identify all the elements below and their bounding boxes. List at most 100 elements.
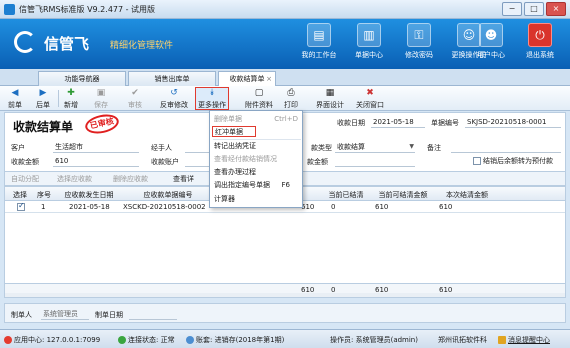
banner-item-label: 我的工作台 xyxy=(301,51,337,59)
maker-label: 制单人 xyxy=(11,311,32,319)
account-set-status: 账套: 进销存(2018年第1期) xyxy=(186,335,284,345)
fund-type-select[interactable]: 收款结算 ▼ xyxy=(335,142,415,153)
banner-user-center-item[interactable]: ☻ 用户中心 xyxy=(466,23,516,60)
audit-icon: ✔ xyxy=(131,88,139,98)
menu-divider xyxy=(213,139,301,140)
attachment-button[interactable]: ▢ 附件资料 xyxy=(245,88,273,110)
printer-icon: ⎙ xyxy=(287,88,295,98)
cell-this-time: 610 xyxy=(439,203,453,211)
handler-field[interactable] xyxy=(185,142,209,153)
check-icon xyxy=(118,336,126,344)
menu-item-red-reverse[interactable]: 红冲单据 xyxy=(212,126,256,137)
col-cleared: 当前已结清 xyxy=(328,191,364,199)
col-date: 应收款发生日期 xyxy=(64,191,114,199)
auto-advance-checkbox[interactable]: 结销后余额转为预付款 xyxy=(473,156,553,166)
chevron-down-icon: ▼ xyxy=(409,143,414,150)
message-center-link[interactable]: 消息提醒中心 xyxy=(498,335,550,345)
prev-doc-button[interactable]: ◀ 前单 xyxy=(8,88,22,110)
plus-icon: ✚ xyxy=(67,88,75,98)
menu-item-shortcut: Ctrl+D xyxy=(274,115,298,123)
maximize-button[interactable]: □ xyxy=(524,2,544,16)
banner-change-password[interactable]: ⚿ 修改密码 xyxy=(394,23,444,60)
layout-icon: ▦ xyxy=(325,88,335,98)
receipt-date-field[interactable]: 2021-05-18 xyxy=(371,117,425,128)
discount-amount-label: 款金额 xyxy=(307,158,328,166)
database-icon xyxy=(186,336,194,344)
minimize-button[interactable]: − xyxy=(502,2,522,16)
banner-exit[interactable]: ⏻ 退出系统 xyxy=(515,23,565,60)
print-button[interactable]: ⎙ 打印 xyxy=(284,88,298,110)
menu-item-delete[interactable]: 删除单据 Ctrl+D xyxy=(210,114,302,125)
brand-slogan: 精细化管理软件 xyxy=(110,41,174,51)
row-select-checkbox[interactable] xyxy=(17,203,27,211)
app-icon xyxy=(4,4,15,15)
auto-allocate-button[interactable]: 自动分配 xyxy=(11,174,39,184)
view-detail-button[interactable]: 查看详 xyxy=(173,174,194,184)
logo-icon xyxy=(14,31,36,53)
new-button[interactable]: ✚ 新增 xyxy=(64,88,78,110)
banner-doc-center[interactable]: ▥ 单据中心 xyxy=(344,23,394,60)
make-date-field xyxy=(129,309,177,320)
checkbox-icon xyxy=(473,157,481,165)
tab-sales-outbound[interactable]: 销售出库单 xyxy=(128,71,216,86)
cell-cleared: 0 xyxy=(331,203,336,211)
close-tab-button[interactable]: ✖ 关闭窗口 xyxy=(356,88,384,110)
banner-my-desk[interactable]: ▤ 我的工作台 xyxy=(294,23,344,60)
banner-item-label: 单据中心 xyxy=(355,51,383,59)
double-chevron-down-icon: ⯯ xyxy=(209,88,215,98)
window-title: 信管飞RMS标准版 V9.2.477 - 试用版 xyxy=(19,5,156,14)
button-label: 打印 xyxy=(284,101,298,109)
banner-item-label: 修改密码 xyxy=(405,51,433,59)
doc-no-field[interactable]: SKJSD-20210518-0001 xyxy=(465,117,561,128)
paperclip-icon: ▢ xyxy=(254,88,264,98)
menu-item-label: 调出指定编号单据 xyxy=(214,181,270,189)
cell-clearable: 610 xyxy=(375,203,389,211)
save-icon: ▣ xyxy=(96,88,106,98)
server-icon xyxy=(4,336,12,344)
operator-status: 操作员: 系统管理员(admin) xyxy=(330,336,418,344)
select-receivable-button[interactable]: 选择应收款 xyxy=(57,174,92,184)
status-text: 消息提醒中心 xyxy=(508,336,550,344)
menu-item-calculator[interactable]: 计算器 xyxy=(210,194,302,205)
button-label: 关闭窗口 xyxy=(356,101,384,109)
menu-item-cashier-voucher[interactable]: 转记出纳凭证 xyxy=(210,141,302,152)
customer-field[interactable]: 生活超市 xyxy=(53,142,139,153)
maker-field: 系统管理员 xyxy=(41,309,89,320)
audit-button[interactable]: ✔ 审核 xyxy=(128,88,142,110)
more-actions-button[interactable]: ⯯ 更多操作 xyxy=(195,87,229,110)
cell-amount: 610 xyxy=(301,203,315,211)
close-window-button[interactable]: × xyxy=(546,2,566,16)
col-doc-no: 应收款单据编号 xyxy=(143,191,193,199)
checkbox-icon xyxy=(17,203,25,211)
total-amount-field[interactable]: 610 xyxy=(53,156,139,167)
menu-item-view-settlement[interactable]: 查看经付款结销情况 xyxy=(210,154,302,165)
save-button[interactable]: ▣ 保存 xyxy=(94,88,108,110)
discount-amount-field[interactable] xyxy=(335,156,415,167)
menu-item-open-by-number[interactable]: 调出指定编号单据 F6 xyxy=(210,180,302,191)
next-doc-button[interactable]: ▶ 后单 xyxy=(36,88,50,110)
layout-design-button[interactable]: ▦ 界面设计 xyxy=(316,88,344,110)
button-label: 前单 xyxy=(8,101,22,109)
handler-label: 经手人 xyxy=(151,144,172,152)
remark-field[interactable] xyxy=(451,142,561,153)
status-text: 账套: 进销存(2018年第1期) xyxy=(196,336,285,344)
col-index: 序号 xyxy=(37,191,51,199)
horizontal-scrollbar[interactable] xyxy=(5,293,565,297)
bell-icon xyxy=(498,336,506,344)
cell-index: 1 xyxy=(41,203,46,211)
user-icon: ☻ xyxy=(479,23,503,47)
account-field[interactable] xyxy=(185,156,209,167)
tab-label: 收款结算单 xyxy=(229,75,265,83)
delete-receivable-button[interactable]: 删除应收款 xyxy=(113,174,148,184)
close-icon[interactable]: × xyxy=(266,72,272,86)
close-window-icon: ✖ xyxy=(366,88,374,98)
desk-icon: ▤ xyxy=(307,23,331,47)
banner-item-label: 退出系统 xyxy=(526,51,554,59)
menu-item-view-process[interactable]: 查看办理过程 xyxy=(210,167,302,178)
tab-receipt-settlement[interactable]: 收款结算单 × xyxy=(218,71,276,87)
menu-item-label: 删除单据 xyxy=(214,115,242,123)
button-label: 审核 xyxy=(128,101,142,109)
tab-function-navigator[interactable]: 功能导航器 xyxy=(38,71,126,86)
cell-date: 2021-05-18 xyxy=(69,203,110,211)
unaudit-button[interactable]: ↺ 反审修改 xyxy=(160,88,188,110)
